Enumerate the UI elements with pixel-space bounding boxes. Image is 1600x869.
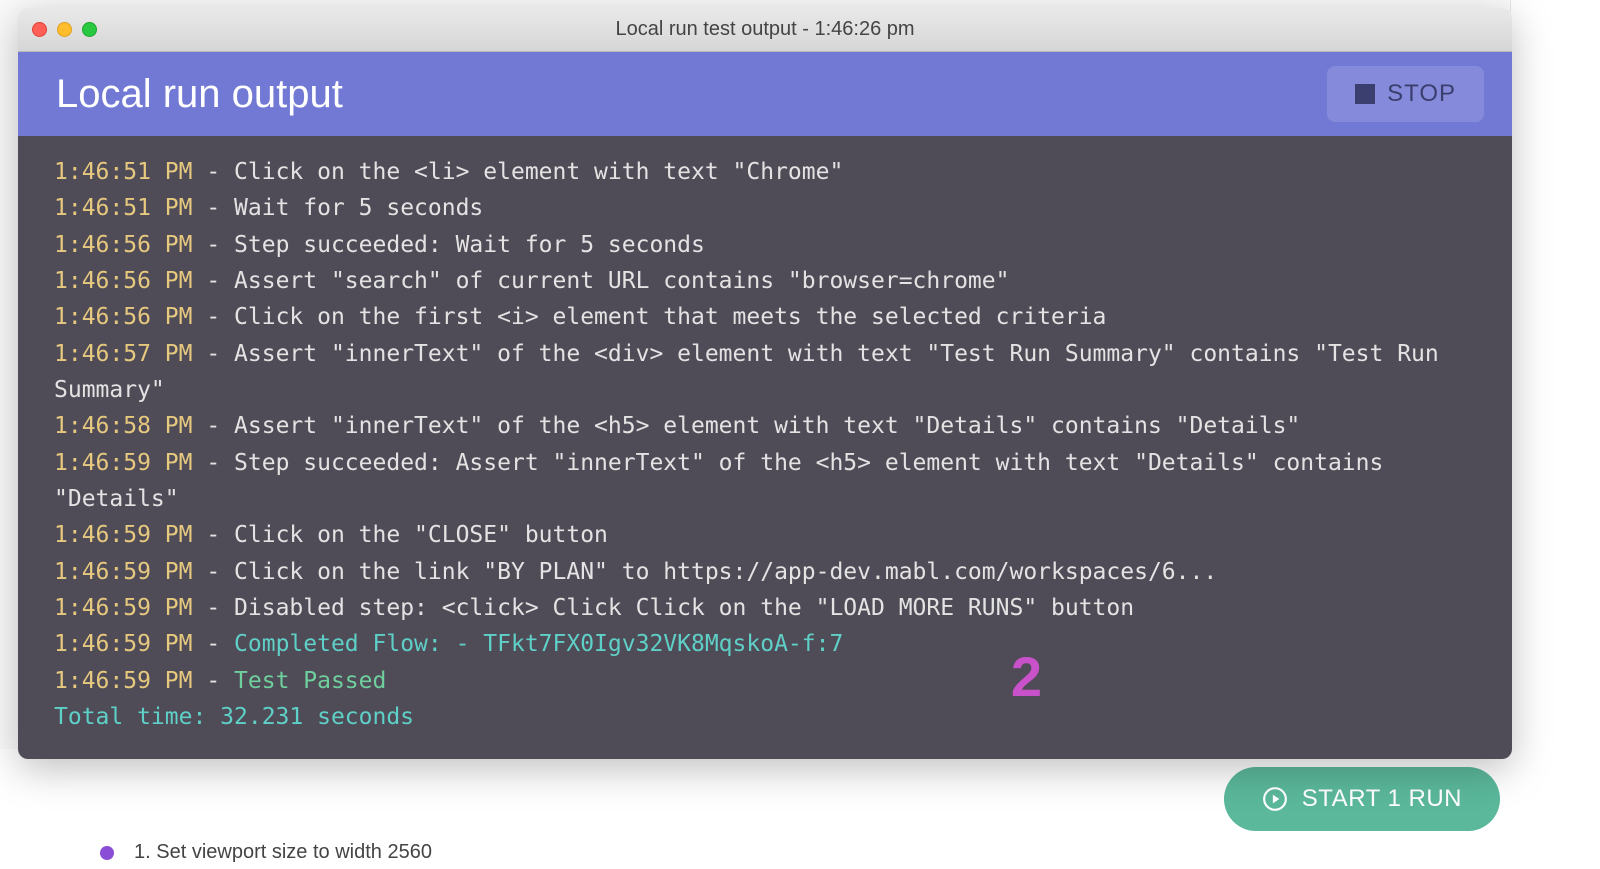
log-timestamp: 1:46:59 PM [54, 668, 192, 694]
log-timestamp: 1:46:51 PM [54, 159, 192, 185]
log-line: 1:46:57 PM - Assert "innerText" of the <… [54, 336, 1476, 409]
log-message: Click on the first <i> element that meet… [234, 304, 1106, 330]
log-timestamp: 1:46:56 PM [54, 304, 192, 330]
log-timestamp: 1:46:56 PM [54, 268, 192, 294]
test-step-row: 1. Set viewport size to width 2560 [60, 841, 432, 864]
log-separator: - [192, 304, 234, 330]
start-run-label: START 1 RUN [1302, 785, 1462, 813]
log-message: Step succeeded: Wait for 5 seconds [234, 232, 705, 258]
log-message: Click on the "CLOSE" button [234, 522, 608, 548]
log-timestamp: 1:46:59 PM [54, 559, 192, 585]
log-separator: - [192, 232, 234, 258]
background-right-panel [1510, 0, 1600, 869]
log-message: Wait for 5 seconds [234, 195, 483, 221]
log-message: Test Passed [234, 668, 386, 694]
start-run-button[interactable]: START 1 RUN [1224, 767, 1500, 831]
console-output[interactable]: 1:46:51 PM - Click on the <li> element w… [18, 136, 1512, 759]
log-message: Click on the <li> element with text "Chr… [234, 159, 843, 185]
log-timestamp: 1:46:59 PM [54, 522, 192, 548]
output-window: Local run test output - 1:46:26 pm Local… [18, 8, 1512, 759]
log-line: 1:46:51 PM - Click on the <li> element w… [54, 154, 1476, 190]
log-line: 1:46:51 PM - Wait for 5 seconds [54, 190, 1476, 226]
step-label: 1. Set viewport size to width 2560 [134, 841, 432, 864]
log-line: 1:46:59 PM - Click on the "CLOSE" button [54, 517, 1476, 553]
log-message: Click on the link "BY PLAN" to https://a… [234, 559, 1217, 585]
log-line: 1:46:59 PM - Disabled step: <click> Clic… [54, 590, 1476, 626]
log-message: Completed Flow: - TFkt7FX0Igv32VK8MqskoA… [234, 631, 843, 657]
modal-header: Local run output STOP [18, 52, 1512, 136]
log-separator: - [192, 631, 234, 657]
log-line: 1:46:56 PM - Assert "search" of current … [54, 263, 1476, 299]
log-separator: - [192, 559, 234, 585]
window-title: Local run test output - 1:46:26 pm [615, 18, 914, 41]
log-separator: - [192, 450, 234, 476]
log-separator: - [192, 268, 234, 294]
log-message: Assert "search" of current URL contains … [234, 268, 1009, 294]
modal-title: Local run output [56, 72, 343, 117]
mac-titlebar[interactable]: Local run test output - 1:46:26 pm [18, 8, 1512, 52]
log-line: 1:46:59 PM - Step succeeded: Assert "inn… [54, 445, 1476, 518]
log-message: Step succeeded: Assert "innerText" of th… [54, 450, 1397, 512]
step-dot-icon [100, 846, 114, 860]
maximize-window-button[interactable] [82, 22, 97, 37]
total-time-line: Total time: 32.231 seconds [54, 699, 1476, 735]
log-message: Disabled step: <click> Click Click on th… [234, 595, 1134, 621]
background-lower-panel: 1. Set viewport size to width 2560 START… [0, 749, 1600, 869]
log-timestamp: 1:46:51 PM [54, 195, 192, 221]
log-line: 1:46:56 PM - Step succeeded: Wait for 5 … [54, 227, 1476, 263]
log-timestamp: 1:46:59 PM [54, 631, 192, 657]
log-separator: - [192, 195, 234, 221]
stop-button[interactable]: STOP [1327, 66, 1484, 122]
stop-button-label: STOP [1387, 80, 1456, 108]
log-line: 1:46:56 PM - Click on the first <i> elem… [54, 299, 1476, 335]
log-timestamp: 1:46:57 PM [54, 341, 192, 367]
log-line: 1:46:59 PM - Click on the link "BY PLAN"… [54, 554, 1476, 590]
close-window-button[interactable] [32, 22, 47, 37]
log-message: Assert "innerText" of the <div> element … [54, 341, 1453, 403]
log-separator: - [192, 595, 234, 621]
minimize-window-button[interactable] [57, 22, 72, 37]
log-timestamp: 1:46:59 PM [54, 450, 192, 476]
log-separator: - [192, 159, 234, 185]
log-line: 1:46:58 PM - Assert "innerText" of the <… [54, 408, 1476, 444]
traffic-lights [32, 22, 97, 37]
stop-icon [1355, 84, 1375, 104]
log-message: Assert "innerText" of the <h5> element w… [234, 413, 1300, 439]
log-line: 1:46:59 PM - Completed Flow: - TFkt7FX0I… [54, 626, 1476, 662]
log-separator: - [192, 522, 234, 548]
log-separator: - [192, 341, 234, 367]
annotation-marker: 2 [1011, 633, 1042, 721]
log-timestamp: 1:46:59 PM [54, 595, 192, 621]
log-timestamp: 1:46:56 PM [54, 232, 192, 258]
play-icon [1262, 786, 1288, 812]
log-timestamp: 1:46:58 PM [54, 413, 192, 439]
log-line: 1:46:59 PM - Test Passed [54, 663, 1476, 699]
log-separator: - [192, 413, 234, 439]
log-separator: - [192, 668, 234, 694]
